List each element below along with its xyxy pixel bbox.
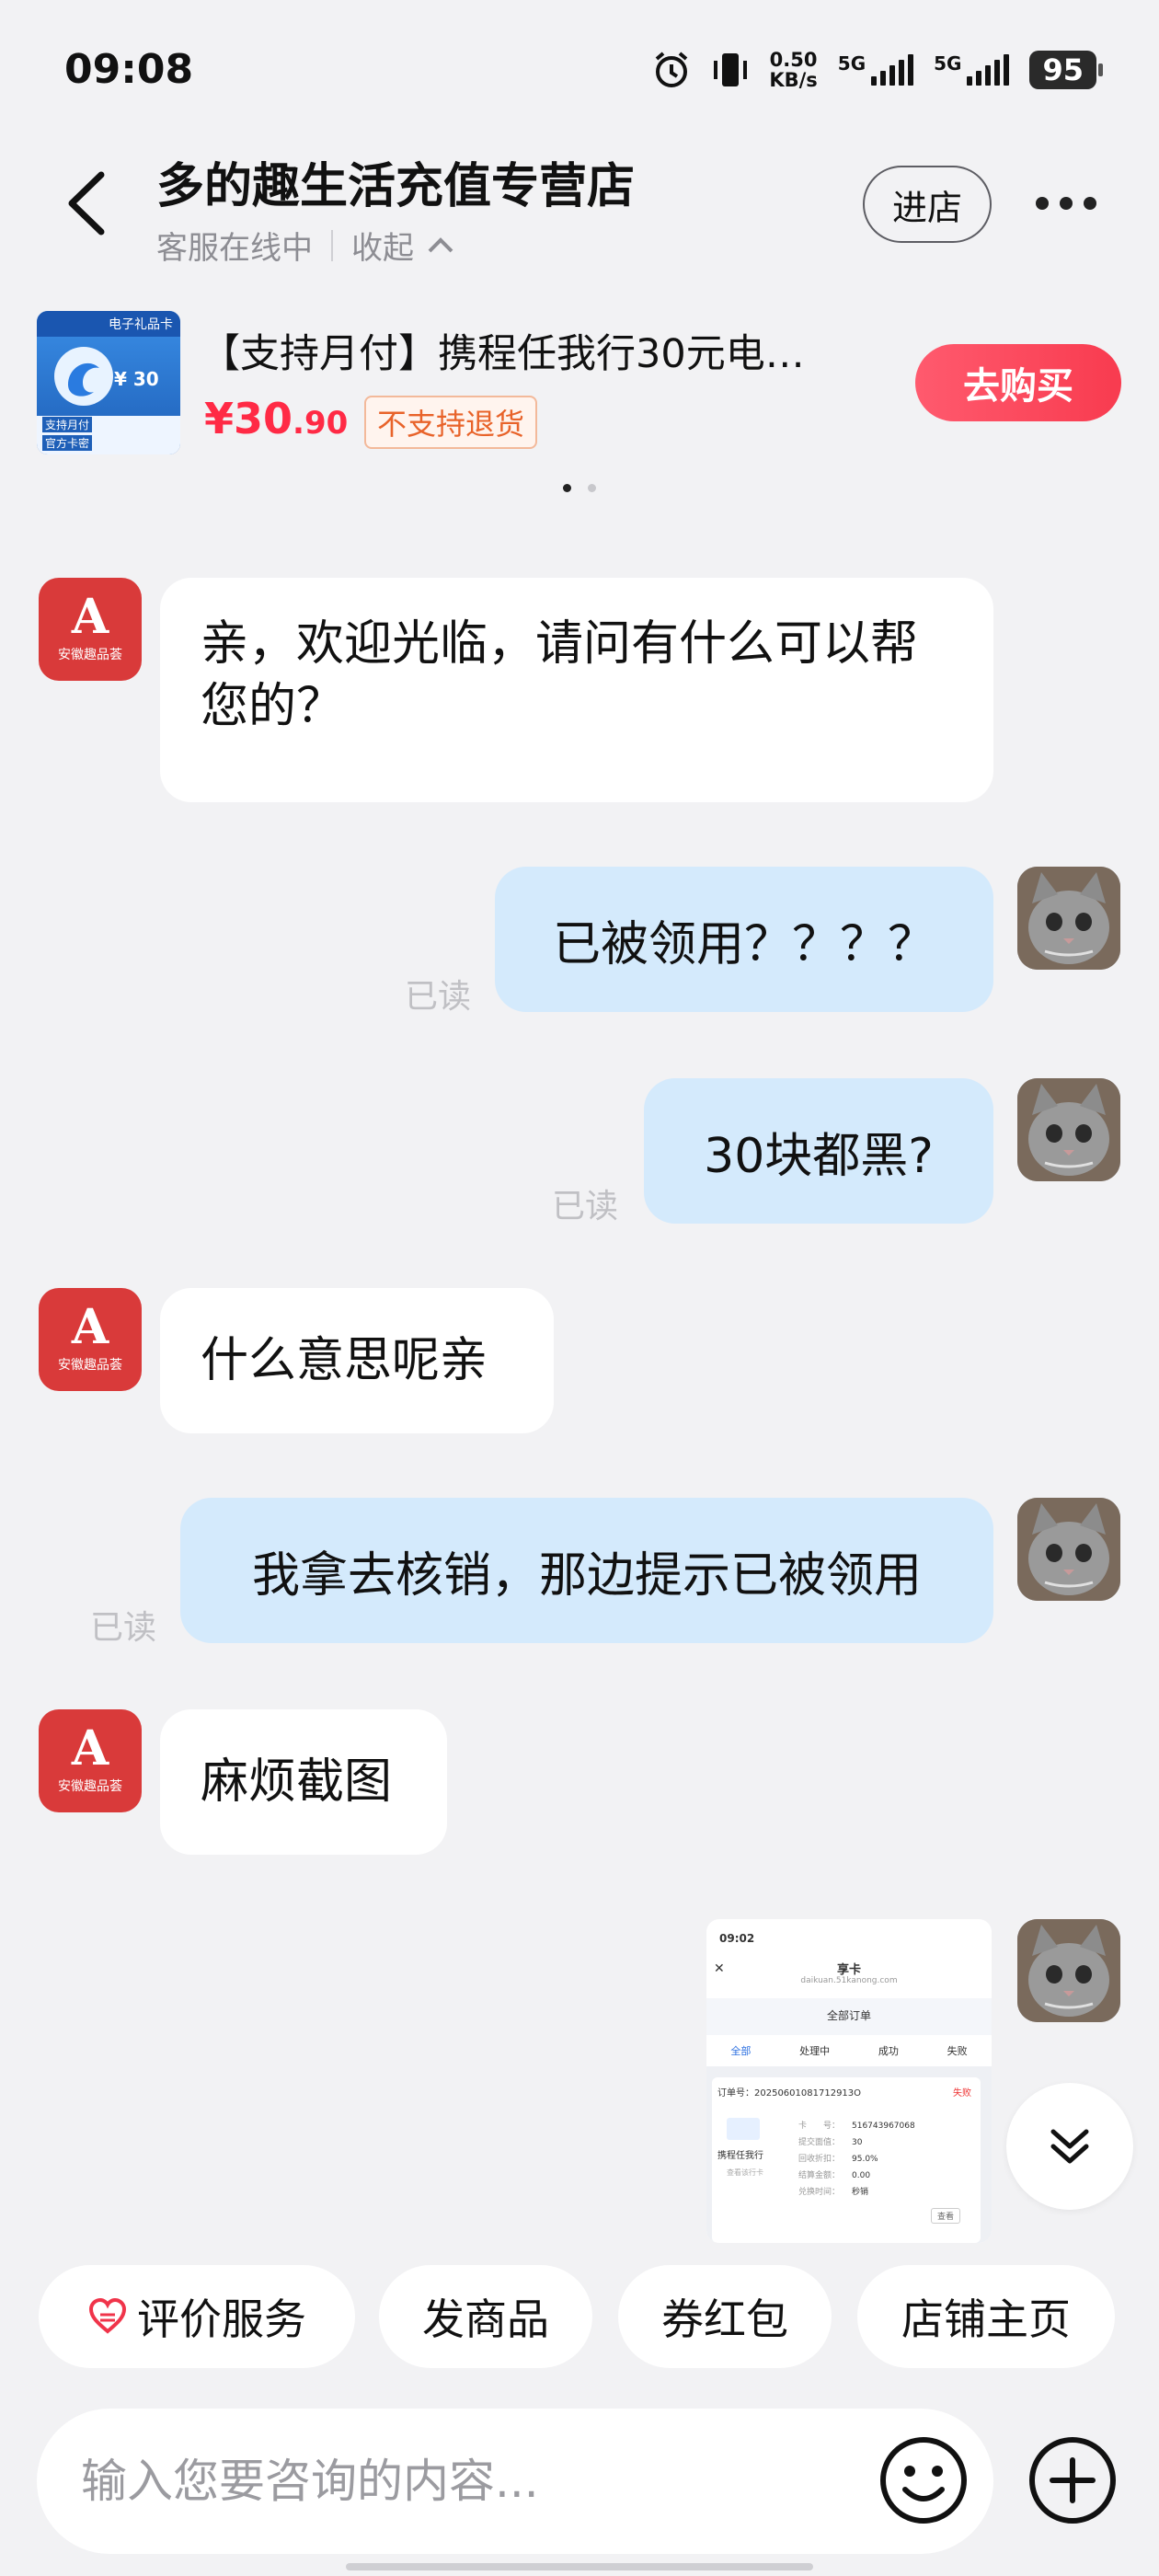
add-attachment-button[interactable] [1027,2434,1119,2530]
shot-tab: 成功 [878,2045,899,2057]
shop-logo-caption: 安徽趣品荟 [58,1779,122,1794]
shot-values: 516743967068 30 95.0% 0.00 秒销 [852,2122,915,2197]
no-return-badge: 不支持退货 [364,396,538,449]
shot-tab: 失败 [947,2045,968,2057]
shot-tab: 全部 [730,2045,752,2057]
signal-2: 5G [934,52,1010,86]
read-receipt: 已读 [405,978,472,1016]
shot-tab: 处理中 [799,2045,831,2057]
user-avatar[interactable] [1017,1498,1120,1601]
shot-card-name: 携程任我行 [717,2151,763,2161]
cat-avatar-icon [1017,1919,1120,2022]
carousel-indicator [563,484,596,492]
signal-bars-icon [871,54,914,86]
shop-logo-caption: 安徽趣品荟 [58,1358,122,1373]
shot-time: 09:02 [719,1932,755,1945]
scroll-to-bottom-button[interactable] [1006,2083,1133,2210]
price-main: ¥30 [204,394,293,443]
message-bubble[interactable]: 已被领用？？？？ [495,867,993,1012]
status-icons: 0.50 KB/s 5G 5G 95 [651,50,1103,90]
shop-logo-letter: A [71,1720,109,1777]
image-message[interactable]: 09:02 享卡 daikuan.51kanong.com ✕ 全部订单 全部 … [706,1919,992,2243]
user-avatar[interactable] [1017,867,1120,970]
rate-service-label: 评价服务 [137,2294,306,2344]
shot-fields: 卡 号： 提交面值： 回收折扣： 结算金额： 兑换时间： [798,2122,841,2197]
vibrate-icon [714,53,748,86]
battery-indicator: 95 [1029,51,1103,89]
shop-avatar[interactable]: A 安徽趣品荟 [39,1288,142,1391]
message-bubble[interactable]: 麻烦截图 [160,1709,447,1855]
collapse-toggle[interactable]: 收起 [351,223,454,268]
collapse-label: 收起 [351,230,414,267]
user-avatar[interactable] [1017,1919,1120,2022]
send-product-button[interactable]: 发商品 [379,2265,592,2368]
shot-url: daikuan.51kanong.com [800,1976,898,1985]
shop-logo-caption: 安徽趣品荟 [58,648,122,662]
chevron-up-icon [428,236,453,252]
net-speed: 0.50 KB/s [769,50,817,90]
net-type-1: 5G [837,52,866,75]
message-bubble[interactable]: 我拿去核销，那边提示已被领用 [180,1498,993,1643]
more-options-button[interactable] [1036,197,1096,210]
price-decimal: .90 [293,405,349,442]
plus-icon [1029,2437,1116,2524]
shot-page-title: 全部订单 [826,2009,871,2022]
rate-service-button[interactable]: 评价服务 [39,2265,355,2368]
message-bubble[interactable]: 亲，欢迎光临，请问有什么可以帮您的？ [160,578,993,802]
user-avatar[interactable] [1017,1078,1120,1181]
cat-avatar-icon [1017,1078,1120,1181]
smiley-icon [880,2437,967,2524]
dolphin-logo-icon [54,347,113,406]
header-subtitle: 客服在线中 收起 [156,223,454,268]
read-receipt: 已读 [552,1188,619,1225]
product-image[interactable]: 电子礼品卡 ¥ 30 支持月付 官方卡密 [37,311,180,454]
shop-avatar[interactable]: A 安徽趣品荟 [39,1709,142,1812]
status-time: 09:08 [64,46,194,93]
shot-card-sub: 查看该行卡 [727,2168,763,2177]
message-input-container [37,2409,993,2554]
divider [331,229,333,261]
shot-order-no: 订单号：20250601081712913O [717,2088,862,2099]
shop-avatar[interactable]: A 安徽趣品荟 [39,578,142,681]
alarm-icon [656,52,688,87]
cat-avatar-icon [1017,867,1120,970]
signal-1: 5G [837,52,914,86]
online-status: 客服在线中 [156,230,313,267]
coupon-button[interactable]: 券红包 [618,2265,832,2368]
chevron-left-icon [68,171,105,236]
cat-avatar-icon [1017,1498,1120,1601]
emoji-button[interactable] [878,2434,970,2530]
shot-app-title: 享卡 [836,1963,861,1977]
net-speed-unit: KB/s [769,69,818,91]
product-price: ¥30.90 [204,394,348,443]
product-image-label: 支持月付 [42,417,93,432]
product-image-brand: 电子礼品卡 [37,311,180,337]
signal-bars-icon [967,54,1010,86]
shop-logo-letter: A [71,1299,109,1355]
home-indicator [346,2563,813,2570]
message-bubble[interactable]: 30块都黑? [644,1078,993,1224]
back-button[interactable] [64,171,110,239]
product-image-label2: 官方卡密 [42,435,93,451]
shot-tabs: 全部 处理中 成功 失败 [706,2035,992,2066]
net-type-2: 5G [934,52,962,75]
read-receipt: 已读 [90,1609,157,1647]
message-bubble[interactable]: 什么意思呢亲 [160,1288,554,1433]
shot-order-status: 失败 [953,2088,971,2099]
buy-button[interactable]: 去购买 [915,344,1121,421]
shop-logo-letter: A [71,589,109,645]
double-chevron-down-icon [1050,2129,1089,2164]
shop-name[interactable]: 多的趣生活充值专营店 [156,147,635,216]
product-image-value: ¥ 30 [114,368,159,390]
shot-close-icon: ✕ [714,1961,725,1976]
shot-view-button: 查看 [931,2208,961,2224]
enter-store-button[interactable]: 进店 [863,166,992,243]
net-speed-value: 0.50 [769,49,818,71]
store-home-button[interactable]: 店铺主页 [857,2265,1115,2368]
message-input[interactable] [79,2454,819,2509]
product-title[interactable]: 【支持月付】携程任我行30元电… [201,322,863,379]
heart-rating-icon [88,2297,127,2334]
